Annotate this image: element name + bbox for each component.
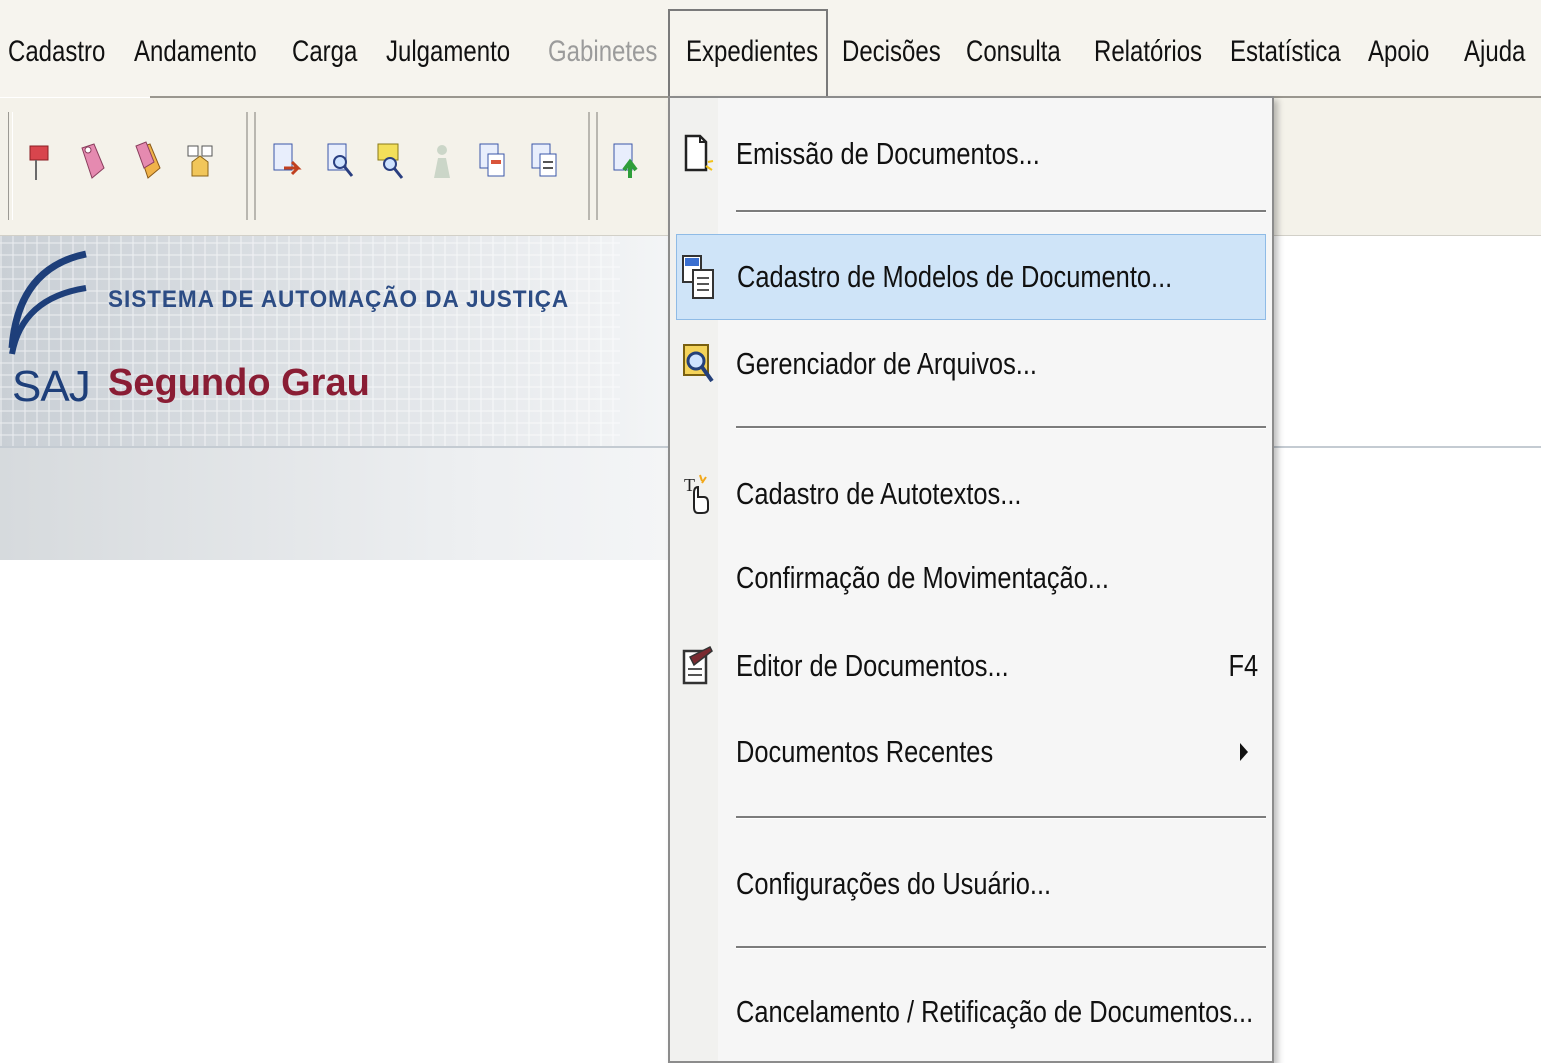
menu-separator [736, 426, 1266, 429]
document-search-icon[interactable] [324, 138, 356, 186]
menu-cadastro[interactable]: Cadastro [8, 30, 105, 74]
menu-julgamento[interactable]: Julgamento [386, 30, 510, 74]
expedientes-dropdown: Emissão de Documentos... Cadastro de Mod… [668, 96, 1274, 1063]
menu-expedientes[interactable]: Expedientes [686, 30, 818, 74]
menu-estatistica[interactable]: Estatística [1230, 30, 1341, 74]
menu-item-label: Emissão de Documentos... [736, 136, 1040, 171]
menu-consulta[interactable]: Consulta [966, 30, 1061, 74]
menu-item-emissao-documentos[interactable]: Emissão de Documentos... [676, 112, 1266, 196]
menu-ajuda[interactable]: Ajuda [1464, 30, 1525, 74]
menu-item-label: Cadastro de Modelos de Documento... [737, 259, 1173, 294]
menu-andamento[interactable]: Andamento [134, 30, 257, 74]
menu-item-label: Gerenciador de Arquivos... [736, 346, 1037, 381]
menu-item-cadastro-modelos[interactable]: Cadastro de Modelos de Documento... [676, 234, 1266, 320]
menu-item-label: Configurações do Usuário... [736, 866, 1052, 901]
document-page-icon[interactable] [528, 138, 560, 186]
shortcut-f4: F4 [1228, 648, 1258, 683]
submenu-arrow-icon [1240, 743, 1248, 761]
menu-separator [736, 816, 1266, 819]
menu-item-cancelamento-retificacao[interactable]: Cancelamento / Retificação de Documentos… [676, 970, 1266, 1054]
menu-bar: Cadastro Andamento Carga Julgamento Gabi… [0, 0, 1541, 99]
toolbar-grip[interactable] [246, 112, 256, 220]
person-icon [434, 145, 450, 178]
saj-logo-arcs [8, 250, 87, 355]
document-editor-icon [682, 645, 713, 685]
saj-logo: SAJ [12, 362, 91, 411]
menu-separator [736, 946, 1266, 949]
menu-decisoes[interactable]: Decisões [842, 30, 941, 74]
menu-item-label: Cadastro de Autotextos... [736, 476, 1022, 511]
autotext-icon: T [684, 474, 709, 514]
tag-pink-icon[interactable] [76, 138, 108, 186]
menu-item-documentos-recentes[interactable]: Documentos Recentes [676, 710, 1266, 794]
tag-orange-icon[interactable] [132, 138, 164, 186]
document-forward-icon[interactable] [270, 138, 302, 186]
menu-gabinetes: Gabinetes [548, 35, 658, 68]
toolbar-separator [8, 112, 13, 220]
menu-item-gerenciador-arquivos[interactable]: Gerenciador de Arquivos... [676, 322, 1266, 406]
menu-item-configuracoes-usuario[interactable]: Configurações do Usuário... [676, 842, 1266, 926]
menu-apoio[interactable]: Apoio [1368, 30, 1429, 74]
system-name: SISTEMA DE AUTOMAÇÃO DA JUSTIÇA [108, 286, 570, 313]
system-subtitle: Segundo Grau [108, 362, 370, 404]
flag-icon[interactable] [22, 138, 54, 186]
document-upload-icon[interactable] [610, 138, 642, 186]
menu-separator [736, 210, 1266, 213]
menu-item-label: Confirmação de Movimentação... [736, 560, 1109, 595]
document-copy-icon[interactable] [476, 138, 508, 186]
menu-item-label: Documentos Recentes [736, 734, 994, 769]
menu-carga[interactable]: Carga [292, 30, 357, 74]
menu-item-editor-documentos[interactable]: Editor de Documentos... F4 [676, 624, 1266, 708]
note-search-icon[interactable] [374, 138, 406, 186]
document-models-icon [682, 255, 714, 299]
toolbar-grip[interactable] [588, 112, 598, 220]
menu-item-label: Cancelamento / Retificação de Documentos… [736, 994, 1254, 1029]
menu-item-label: Editor de Documentos... [736, 648, 1009, 683]
hierarchy-icon[interactable] [184, 138, 216, 186]
menu-item-confirmacao-movimentacao[interactable]: Confirmação de Movimentação... [676, 536, 1266, 620]
file-search-icon [683, 344, 714, 383]
document-icon [684, 134, 714, 172]
menu-relatorios[interactable]: Relatórios [1094, 30, 1202, 74]
menu-item-cadastro-autotextos[interactable]: T Cadastro de Autotextos... [676, 452, 1266, 536]
